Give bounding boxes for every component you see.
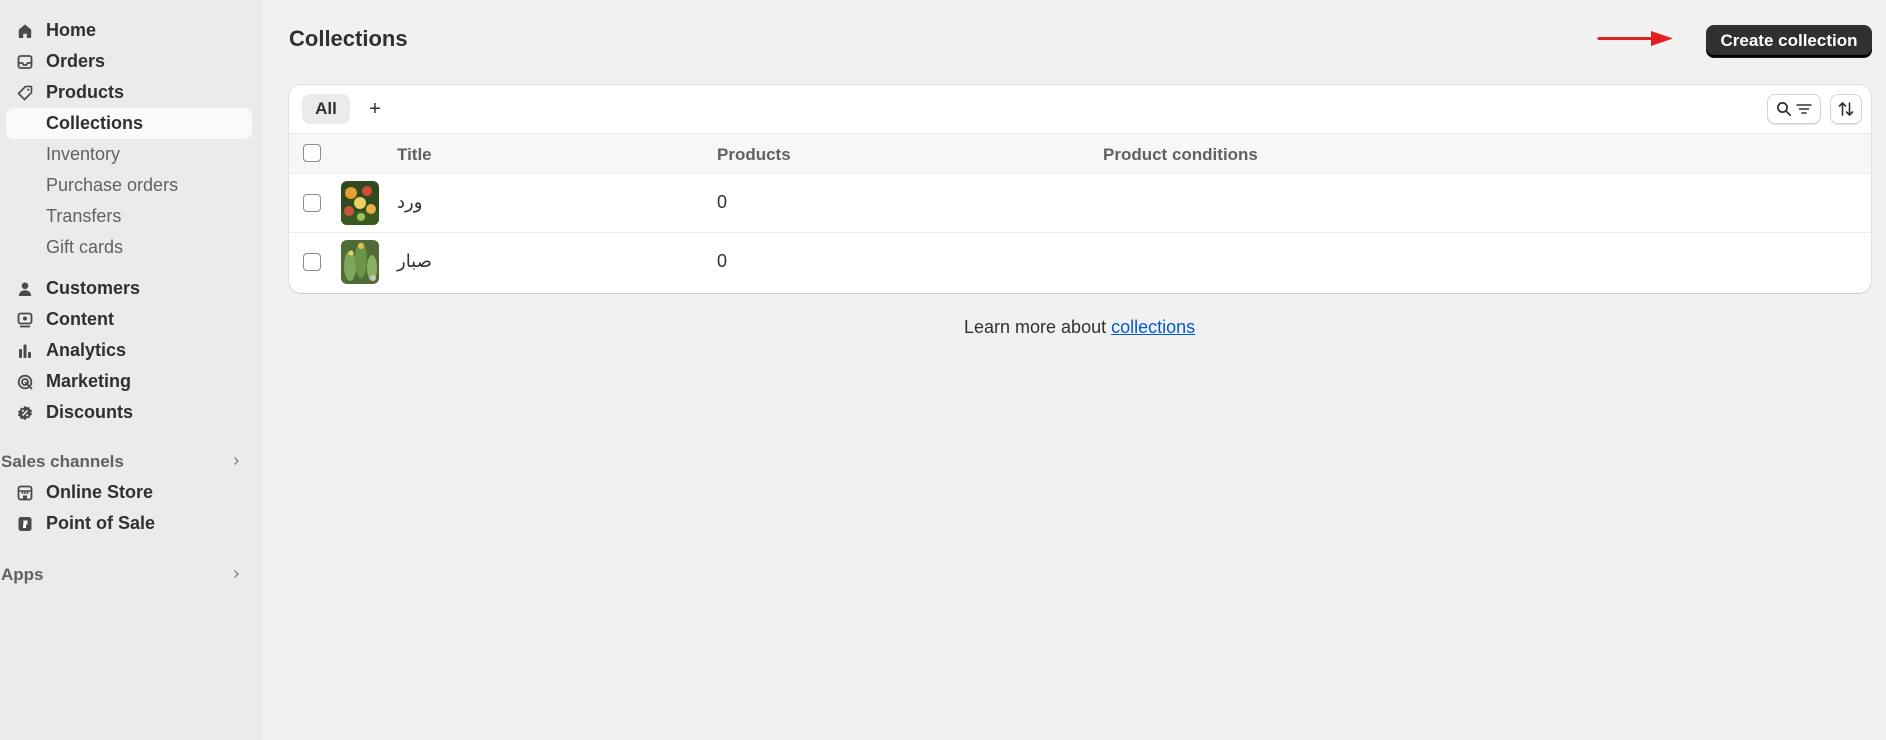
target-icon: [17, 374, 33, 390]
collection-title[interactable]: صبار: [397, 251, 432, 272]
apps-header[interactable]: Apps: [0, 559, 252, 590]
bar-chart-icon: [19, 344, 31, 358]
sidebar-item-gift-cards[interactable]: Gift cards: [6, 232, 252, 263]
sidebar: Home Orders Products Collections Invento…: [0, 0, 262, 740]
sidebar-item-transfers[interactable]: Transfers: [6, 201, 252, 232]
sidebar-item-content[interactable]: Content: [6, 304, 252, 335]
tag-icon: [17, 85, 33, 101]
sidebar-item-label: Content: [46, 309, 114, 329]
sales-channels-label: Sales channels: [1, 452, 124, 471]
row-checkbox[interactable]: [303, 253, 321, 271]
sidebar-item-label: Purchase orders: [46, 175, 179, 195]
sidebar-item-point-of-sale[interactable]: Point of Sale: [6, 508, 252, 539]
sidebar-item-label: Point of Sale: [46, 513, 156, 533]
store-icon: [17, 485, 33, 501]
sidebar-item-purchase-orders[interactable]: Purchase orders: [6, 170, 252, 201]
tab-all[interactable]: All: [302, 94, 350, 124]
collection-products-count: 0: [717, 192, 728, 212]
sidebar-item-label: Discounts: [46, 402, 134, 422]
search-icon: [1776, 102, 1791, 117]
person-icon: [18, 282, 32, 296]
sidebar-item-label: Home: [46, 20, 97, 40]
column-header-product-conditions[interactable]: Product conditions: [1103, 145, 1258, 165]
learn-more-prefix: Learn more about: [964, 317, 1112, 337]
sales-channels-header[interactable]: Sales channels: [0, 446, 252, 477]
create-collection-button[interactable]: Create collection: [1706, 25, 1872, 57]
sort-icon: [1838, 102, 1854, 116]
home-icon: [18, 24, 32, 38]
sidebar-item-label: Customers: [46, 278, 141, 298]
sidebar-item-customers[interactable]: Customers: [6, 273, 252, 304]
table-row[interactable]: ورد 0: [289, 174, 1871, 233]
sidebar-item-label: Orders: [46, 51, 106, 71]
sidebar-item-label: Inventory: [46, 144, 121, 164]
learn-more-text: Learn more about collections: [964, 317, 1195, 338]
sidebar-item-orders[interactable]: Orders: [6, 46, 252, 77]
add-view-button[interactable]: +: [360, 94, 390, 124]
table-row[interactable]: صبار 0: [289, 233, 1871, 292]
sidebar-item-label: Products: [46, 82, 125, 102]
collection-products-count: 0: [717, 251, 728, 271]
sidebar-item-collections[interactable]: Collections: [6, 108, 252, 139]
filter-icon: [1795, 104, 1812, 114]
tabs-bar: All +: [289, 85, 1871, 133]
sidebar-item-label: Analytics: [46, 340, 127, 360]
sidebar-item-online-store[interactable]: Online Store: [6, 477, 252, 508]
collections-help-link[interactable]: collections: [1111, 317, 1195, 337]
collection-thumbnail: [341, 181, 379, 225]
collections-card: All + Title Products Product conditions: [289, 85, 1871, 293]
select-all-checkbox[interactable]: [303, 144, 321, 162]
collection-title[interactable]: ورد: [397, 192, 422, 213]
sidebar-item-label: Gift cards: [46, 237, 124, 257]
inbox-icon: [17, 55, 33, 69]
chevron-right-icon: [233, 569, 240, 579]
column-header-products[interactable]: Products: [717, 145, 791, 165]
column-header-title[interactable]: Title: [397, 145, 432, 165]
sidebar-item-label: Collections: [46, 113, 144, 133]
table-header: Title Products Product conditions: [289, 133, 1871, 174]
sidebar-item-home[interactable]: Home: [6, 15, 252, 46]
search-filter-button[interactable]: [1767, 94, 1821, 124]
sidebar-item-products[interactable]: Products: [6, 77, 252, 108]
content-icon: [17, 312, 33, 328]
page-title: Collections: [289, 26, 408, 51]
annotation-arrow-icon: [1597, 31, 1673, 46]
apps-label: Apps: [1, 565, 44, 584]
discount-icon: [17, 405, 33, 421]
collection-thumbnail: [341, 240, 379, 284]
sidebar-item-label: Transfers: [46, 206, 122, 226]
sidebar-item-analytics[interactable]: Analytics: [6, 335, 252, 366]
sidebar-item-discounts[interactable]: Discounts: [6, 397, 252, 428]
sidebar-item-marketing[interactable]: Marketing: [6, 366, 252, 397]
sort-button[interactable]: [1830, 94, 1862, 124]
sidebar-item-label: Marketing: [46, 371, 132, 391]
sidebar-item-label: Online Store: [46, 482, 154, 502]
row-checkbox[interactable]: [303, 194, 321, 212]
sidebar-item-inventory[interactable]: Inventory: [6, 139, 252, 170]
pos-icon: [18, 517, 32, 531]
chevron-right-icon: [233, 456, 240, 466]
